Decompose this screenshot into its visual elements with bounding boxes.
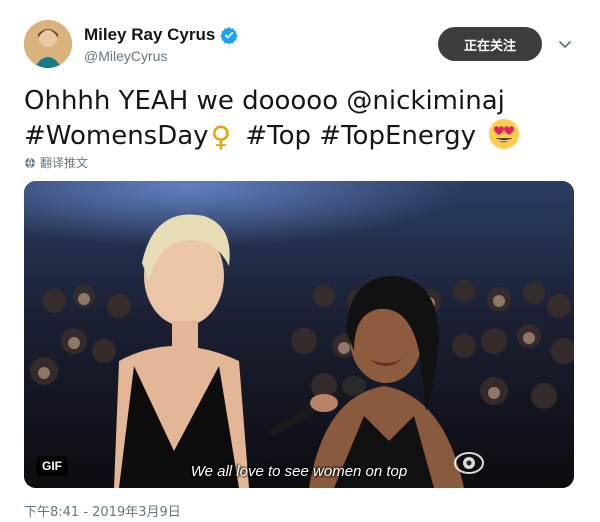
tweet-timestamp[interactable]: 下午8:41 - 2019年3月9日: [24, 501, 181, 520]
verified-badge-icon: [220, 27, 239, 44]
hashtags-top[interactable]: #Top #TopEnergy: [245, 121, 476, 151]
avatar[interactable]: [24, 20, 72, 68]
hashtag-womensday[interactable]: #WomensDay: [24, 121, 209, 151]
heart-eyes-emoji-icon: [489, 119, 520, 149]
gif-scene-image: [24, 181, 574, 488]
following-button[interactable]: 正在关注: [438, 27, 542, 61]
author-handle[interactable]: @MileyCyrus: [84, 48, 167, 64]
gif-media[interactable]: GIF We all love to see women on top: [24, 181, 574, 488]
name-row: Miley Ray Cyrus: [84, 25, 239, 45]
translate-tweet-link[interactable]: 翻译推文: [24, 154, 88, 171]
tweet-text: Ohhhh YEAH we dooooo @nickiminaj #Womens…: [24, 84, 584, 154]
cbs-eye-logo-icon: [454, 452, 484, 474]
tweet-text-line-1: Ohhhh YEAH we dooooo @nickiminaj: [24, 86, 505, 116]
author-display-name[interactable]: Miley Ray Cyrus: [84, 25, 215, 45]
chevron-down-icon[interactable]: [557, 36, 573, 52]
translate-label: 翻译推文: [40, 156, 89, 170]
female-sign-emoji: ♀: [210, 120, 232, 153]
gif-caption: We all love to see women on top: [190, 463, 408, 480]
tweet-text-line-2: #WomensDay♀ #Top #TopEnergy: [24, 118, 584, 154]
globe-icon: [25, 157, 35, 169]
